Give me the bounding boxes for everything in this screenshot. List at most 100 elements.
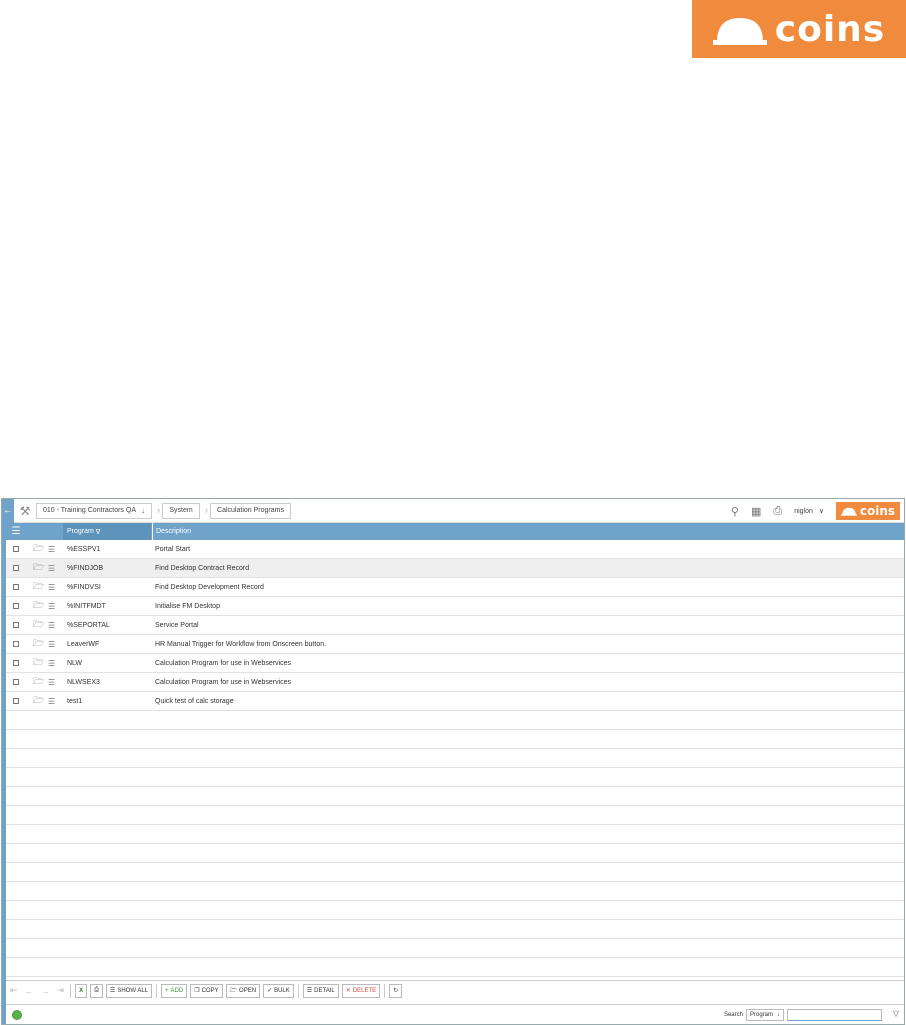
folder-icon[interactable]: 🗁 [33,598,44,614]
grid-body: 🗁 ☰ %ESSPV1 Portal Start 🗁 ☰ %FINDJOB Find Desk… [6,540,904,977]
row-checkbox[interactable] [13,660,19,666]
add-button[interactable]: + ADD [161,983,188,998]
hardhat-icon [712,18,767,45]
detail-icon[interactable]: ☰ [48,621,55,630]
folder-icon[interactable]: 🗁 [33,636,44,652]
button-label: BULK [274,987,290,994]
hardhat-icon [840,507,857,516]
print-icon: ⎙ [94,987,99,993]
breadcrumb-system[interactable]: System [162,502,200,519]
breadcrumb-label: Calculation Programs [217,507,284,514]
row-checkbox[interactable] [13,679,19,685]
breadcrumb-calc-programs[interactable]: Calculation Programs [210,502,291,519]
row-checkbox[interactable] [13,546,19,552]
folder-icon[interactable]: 🗁 [33,560,44,576]
next-page-icon[interactable]: → [38,983,52,998]
description-cell: Quick test of calc storage [155,697,234,705]
table-row[interactable]: 🗁 ☰ %INITFMDT Initialise FM Desktop [6,597,904,616]
search-field-select[interactable]: Program ↓ [745,1009,784,1021]
program-cell: %ESSPV1 [67,545,101,553]
empty-row [6,863,904,882]
search-label: Search [723,1012,743,1018]
empty-row [6,939,904,958]
open-button[interactable]: 🗁 OPEN [225,983,261,998]
folder-icon[interactable]: 🗁 [33,655,44,671]
folder-icon[interactable]: 🗁 [33,541,44,557]
detail-icon[interactable]: ☰ [48,640,55,649]
delete-button[interactable]: ✕ DELETE [341,983,381,998]
first-page-icon[interactable]: ⇤ [8,983,20,998]
bottom-toolbar: ⇤ ← → ⇥ X ⎙ ☰ SHOW ALL + ADD ❐ COPY 🗁 OPEN ✓… [6,980,904,1000]
divider [70,983,72,998]
detail-icon[interactable]: ☰ [48,602,55,611]
row-checkbox[interactable] [13,622,19,628]
print-icon[interactable]: ⎙ [773,505,782,518]
empty-row [6,768,904,787]
search-icon[interactable]: ⚲ [731,505,739,518]
detail-icon[interactable]: ☰ [48,564,55,573]
status-indicator [12,1009,22,1020]
table-row[interactable]: 🗁 ☰ %ESSPV1 Portal Start [6,540,904,559]
company-selector[interactable]: 010 - Training Contractors QA ↓ [36,502,152,519]
refresh-button[interactable]: ↻ [389,983,403,998]
detail-icon[interactable]: ☰ [48,545,55,554]
folder-icon[interactable]: 🗁 [33,579,44,595]
row-checkbox[interactable] [13,641,19,647]
table-row[interactable]: 🗁 ☰ %FINDJOB Find Desktop Contract Record [6,559,904,578]
chevron-right-icon: › [157,505,161,516]
filter-icon[interactable]: ▽ [893,1009,899,1018]
table-row[interactable]: 🗁 ☰ NLW Calculation Program for use in Webs… [6,654,904,673]
table-row[interactable]: 🗁 ☰ %SEPORTAL Service Portal [6,616,904,635]
coins-logo-large: coins [692,0,906,58]
folder-icon[interactable]: 🗁 [33,693,44,709]
copy-button[interactable]: ❐ COPY [190,983,223,998]
top-bar: ← ⚒ 010 - Training Contractors QA ↓ › Sy… [2,498,904,523]
bulk-button[interactable]: ✓ BULK [263,983,294,998]
coins-logo-small: coins [836,502,900,520]
empty-row [6,958,904,977]
description-cell: Find Desktop Contract Record [155,564,250,572]
arrow-down-icon: ↓ [141,506,145,515]
search-field-value: Program [749,1012,773,1018]
detail-icon[interactable]: ☰ [48,583,55,592]
column-header-program[interactable]: Program ∇ [63,523,151,540]
table-row[interactable]: 🗁 ☰ %FINDVSI Find Desktop Development Recor… [6,578,904,597]
user-menu[interactable]: niglon ∨ [794,507,824,516]
print-button[interactable]: ⎙ [90,983,103,998]
row-checkbox[interactable] [13,565,19,571]
table-row[interactable]: 🗁 ☰ LeaverWF HR Manual Trigger for Workflow… [6,635,904,654]
arrow-down-icon: ↓ [777,1012,780,1018]
row-checkbox[interactable] [13,698,19,704]
program-cell: %INITFMDT [67,602,106,610]
detail-icon[interactable]: ☰ [48,697,55,706]
last-page-icon[interactable]: ⇥ [54,983,67,998]
table-row[interactable]: 🗁 ☰ test1 Quick test of calc storage [6,692,904,711]
prev-page-icon[interactable]: ← [22,983,36,998]
button-label: DETAIL [314,987,335,994]
description-cell: HR Manual Trigger for Workflow from Onsc… [155,640,327,648]
button-label: ADD [170,987,184,994]
row-checkbox[interactable] [13,603,19,609]
apps-grid-icon[interactable]: ▦ [751,505,761,518]
back-icon[interactable]: ← [2,498,14,523]
search-input[interactable] [787,1009,882,1021]
column-header-description[interactable]: Description [152,523,191,540]
app-window: ← ⚒ 010 - Training Contractors QA ↓ › Sy… [1,498,905,1025]
show-all-button[interactable]: ☰ SHOW ALL [105,983,152,998]
detail-button[interactable]: ☰ DETAIL [302,983,339,998]
table-row[interactable]: 🗁 ☰ NLWSEX3 Calculation Program for use in … [6,673,904,692]
wrench-icon[interactable]: ⚒ [14,499,36,523]
detail-icon[interactable]: ☰ [48,678,55,687]
program-cell: %FINDVSI [67,583,101,591]
description-cell: Find Desktop Development Record [155,583,264,591]
button-label: DELETE [352,987,377,994]
sort-icon: ∇ [95,528,101,536]
excel-icon[interactable]: X [75,983,88,998]
logo-text: coins [859,504,896,518]
column-menu-icon[interactable]: ☰ [6,526,26,537]
breadcrumb-label: System [169,507,193,514]
folder-icon[interactable]: 🗁 [33,617,44,633]
row-checkbox[interactable] [13,584,19,590]
detail-icon[interactable]: ☰ [48,659,55,668]
folder-icon[interactable]: 🗁 [33,674,44,690]
